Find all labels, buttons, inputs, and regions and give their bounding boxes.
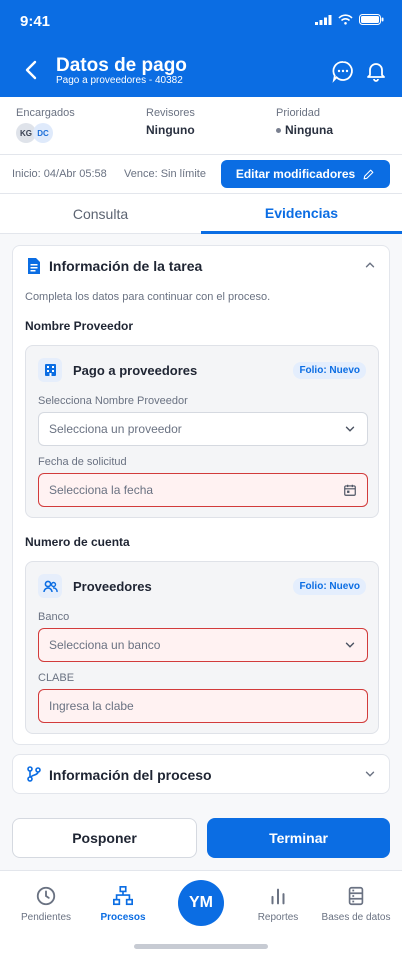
fecha-solicitud-input[interactable]: Selecciona la fecha — [38, 473, 368, 507]
clock-icon — [36, 886, 56, 906]
app-header: 9:41 Datos de pago Pago a proveedores - … — [0, 0, 402, 97]
task-info-title: Información de la tarea — [49, 258, 203, 274]
prioridad-label: Prioridad — [276, 107, 321, 119]
priority-dot-icon — [276, 128, 281, 134]
folio-badge: Folio: Nuevo — [293, 578, 366, 595]
proveedor-field-label: Selecciona Nombre Proveedor — [38, 395, 188, 407]
proveedores-group-title: Proveedores — [73, 579, 152, 594]
calendar-icon[interactable] — [343, 483, 357, 497]
proveedor-group: Pago a proveedores Folio: Nuevo Seleccio… — [25, 345, 379, 518]
start-date: Inicio: 04/Abr 05:58 — [12, 168, 107, 180]
main-content: Información de la tarea Completa los dat… — [0, 234, 402, 870]
folio-badge: Folio: Nuevo — [293, 362, 366, 379]
prioridad-col: Prioridad Ninguna — [276, 107, 333, 137]
task-info-card: Información de la tarea Completa los dat… — [12, 245, 390, 745]
chevron-down-icon — [345, 642, 355, 648]
proveedores-group: Proveedores Folio: Nuevo Banco Seleccion… — [25, 561, 379, 734]
fecha-field-label: Fecha de solicitud — [38, 456, 127, 468]
bottom-nav: Pendientes Procesos YM Reportes Bases de… — [0, 870, 402, 958]
proveedor-group-title: Pago a proveedores — [73, 363, 198, 378]
page-subtitle: Pago a proveedores - 40382 — [56, 75, 183, 86]
nav-label-procesos: Procesos — [100, 912, 146, 923]
process-info-title: Información del proceso — [49, 767, 212, 783]
nav-label-bases: Bases de datos — [321, 912, 391, 923]
bar-chart-icon — [271, 888, 285, 905]
edit-modifiers-label: Editar modificadores — [235, 167, 356, 181]
users-icon — [38, 574, 62, 598]
chevron-down-icon — [345, 426, 355, 432]
revisores-col: Revisores Ninguno — [146, 107, 195, 137]
prioridad-text: Ninguna — [285, 123, 333, 137]
status-time: 9:41 — [20, 13, 51, 30]
bell-icon[interactable] — [364, 59, 388, 83]
banco-field-label: Banco — [38, 611, 70, 623]
signal-icon — [315, 14, 332, 25]
git-branch-icon — [27, 766, 41, 782]
chat-icon[interactable] — [331, 59, 355, 83]
clabe-input-placeholder: Ingresa la clabe — [49, 699, 134, 713]
banco-select-value: Selecciona un banco — [49, 638, 161, 652]
document-icon — [28, 258, 40, 274]
chevron-down-icon[interactable] — [363, 767, 377, 781]
proveedor-select[interactable]: Selecciona un proveedor — [38, 412, 368, 446]
task-info-row: Encargados KG DC Revisores Ninguno Prior… — [0, 97, 402, 155]
terminar-button[interactable]: Terminar — [207, 818, 390, 858]
proveedor-select-value: Selecciona un proveedor — [49, 422, 182, 436]
clabe-input[interactable]: Ingresa la clabe — [38, 689, 368, 723]
nav-label-pendientes: Pendientes — [20, 912, 72, 923]
nav-item-reportes[interactable]: Reportes — [238, 885, 318, 923]
clabe-field-label: CLABE — [38, 672, 75, 684]
org-chart-icon — [113, 886, 133, 906]
battery-icon — [359, 14, 384, 25]
fecha-input-placeholder: Selecciona la fecha — [49, 483, 154, 497]
database-icon — [348, 886, 364, 906]
chevron-up-icon[interactable] — [363, 258, 377, 272]
pencil-icon — [363, 169, 374, 179]
back-arrow-icon[interactable] — [20, 58, 44, 82]
prioridad-value: Ninguna — [276, 123, 333, 137]
nav-label-reportes: Reportes — [257, 912, 299, 923]
nav-item-procesos[interactable]: Procesos — [83, 885, 163, 923]
nav-item-pendientes[interactable]: Pendientes — [6, 885, 86, 923]
avatar: DC — [33, 123, 53, 143]
home-indicator — [134, 944, 268, 949]
status-icons — [315, 14, 384, 25]
posponer-button[interactable]: Posponer — [12, 818, 197, 858]
encargados-avatars[interactable]: KG DC — [16, 123, 75, 143]
tab-consulta[interactable]: Consulta — [0, 194, 201, 234]
tab-evidencias[interactable]: Evidencias — [201, 194, 402, 234]
page-title: Datos de pago — [56, 55, 187, 76]
wifi-icon — [338, 14, 353, 25]
edit-modifiers-button[interactable]: Editar modificadores — [221, 160, 390, 188]
revisores-value: Ninguno — [146, 123, 195, 137]
building-icon — [38, 358, 62, 382]
section-label-proveedor: Nombre Proveedor — [25, 319, 134, 333]
due-date: Vence: Sin límite — [124, 168, 206, 180]
nav-item-bases-de-datos[interactable]: Bases de datos — [316, 885, 396, 923]
helper-text: Completa los datos para continuar con el… — [25, 291, 271, 303]
revisores-label: Revisores — [146, 107, 195, 119]
section-label-cuenta: Numero de cuenta — [25, 535, 130, 549]
tabs: Consulta Evidencias — [0, 194, 402, 234]
encargados-label: Encargados — [16, 107, 75, 119]
encargados-col: Encargados KG DC — [16, 107, 75, 143]
user-avatar-button[interactable]: YM — [178, 880, 224, 926]
process-info-card[interactable]: Información del proceso — [12, 754, 390, 794]
banco-select[interactable]: Selecciona un banco — [38, 628, 368, 662]
